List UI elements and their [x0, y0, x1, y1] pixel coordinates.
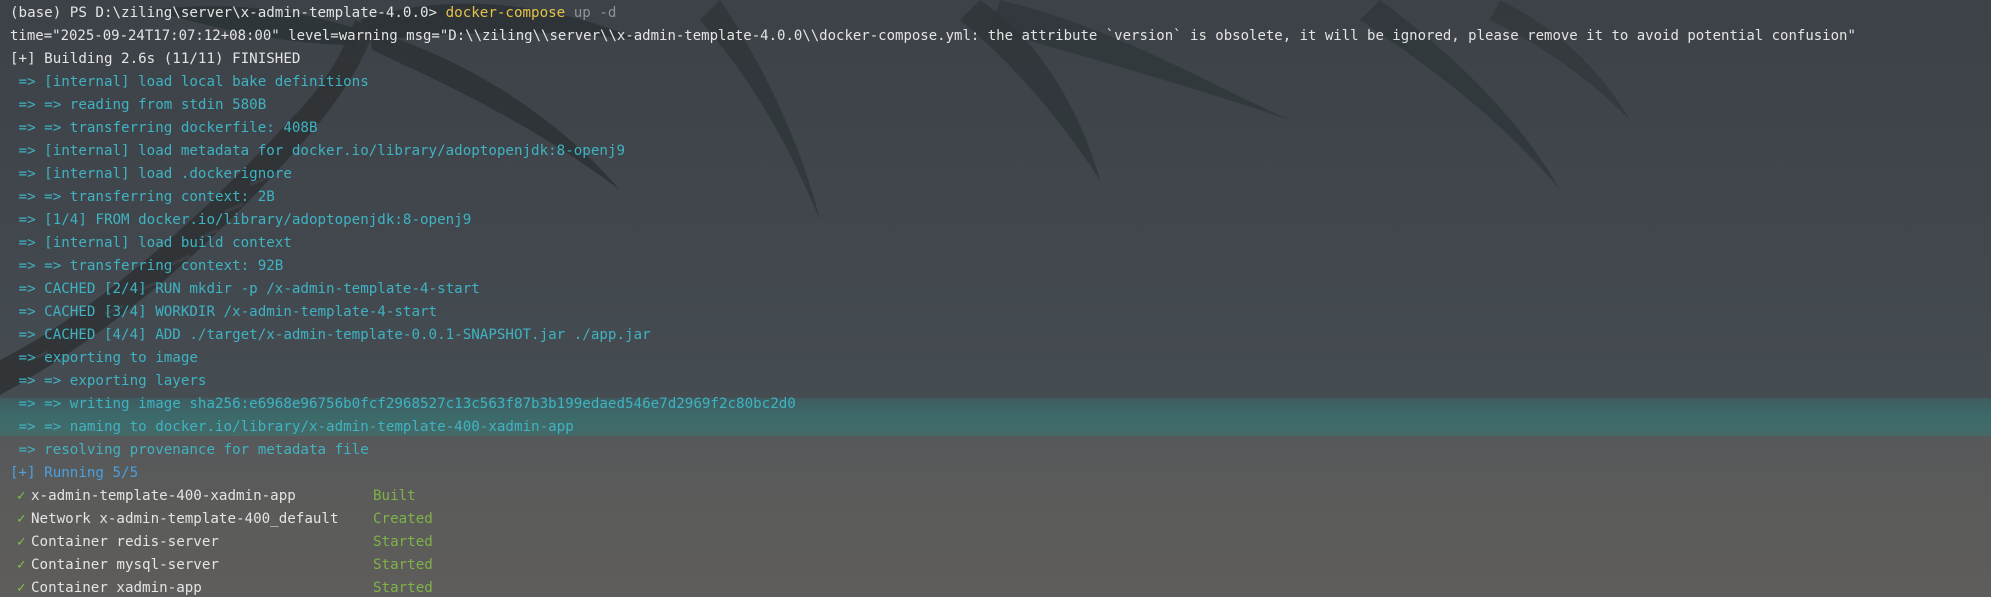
service-status: Started: [373, 580, 433, 596]
service-status: Started: [373, 534, 433, 550]
build-step-line: => [1/4] FROM docker.io/library/adoptope…: [10, 212, 472, 228]
build-step-line: => CACHED [3/4] WORKDIR /x-admin-templat…: [10, 304, 438, 320]
service-status: Built: [373, 488, 416, 504]
prompt-prefix: (base) PS D:\ziling\server\x-admin-templ…: [10, 5, 446, 21]
build-step-line: => => writing image sha256:e6968e96756b0…: [10, 396, 796, 412]
service-name: Network x-admin-template-400_default: [31, 511, 339, 527]
build-step-line: => exporting to image: [10, 350, 198, 366]
check-icon: ✓: [17, 534, 26, 550]
build-step-line: => => transferring context: 92B: [10, 258, 284, 274]
check-icon: ✓: [17, 511, 26, 527]
build-step-line: => [internal] load build context: [10, 235, 292, 251]
service-row: ✓ x-admin-template-400-xadmin-app Built: [10, 485, 1991, 508]
command-args: up -d: [565, 5, 617, 21]
terminal-output[interactable]: (base) PS D:\ziling\server\x-admin-templ…: [0, 0, 1991, 597]
service-status: Started: [373, 557, 433, 573]
check-icon: ✓: [17, 557, 26, 573]
service-row: ✓ Container xadmin-app Started: [10, 577, 1991, 597]
build-step-line: => [internal] load .dockerignore: [10, 166, 292, 182]
service-status: Created: [373, 511, 433, 527]
running-status-line: [+] Running 5/5: [10, 465, 139, 481]
terminal-window[interactable]: (base) PS D:\ziling\server\x-admin-templ…: [0, 0, 1991, 597]
building-status-line: [+] Building 2.6s (11/11) FINISHED: [10, 51, 301, 67]
service-row: ✓ Network x-admin-template-400_default Cre…: [10, 508, 1991, 531]
prompt-line: (base) PS D:\ziling\server\x-admin-templ…: [10, 2, 1991, 25]
build-step-line: => => transferring context: 2B: [10, 189, 275, 205]
build-step-line: => [internal] load local bake definition…: [10, 74, 369, 90]
build-step-line: => => reading from stdin 580B: [10, 97, 267, 113]
build-step-line: => [internal] load metadata for docker.i…: [10, 143, 625, 159]
service-row: ✓ Container mysql-server Started: [10, 554, 1991, 577]
build-step-line: => => transferring dockerfile: 408B: [10, 120, 318, 136]
build-step-line: => CACHED [4/4] ADD ./target/x-admin-tem…: [10, 327, 651, 343]
build-step-line: => CACHED [2/4] RUN mkdir -p /x-admin-te…: [10, 281, 480, 297]
build-step-line: => resolving provenance for metadata fil…: [10, 442, 369, 458]
warning-line: time="2025-09-24T17:07:12+08:00" level=w…: [10, 28, 1856, 44]
service-row: ✓ Container redis-server Started: [10, 531, 1991, 554]
service-name: x-admin-template-400-xadmin-app: [31, 488, 296, 504]
service-name: Container xadmin-app: [31, 580, 202, 596]
build-step-line: => => exporting layers: [10, 373, 207, 389]
service-name: Container redis-server: [31, 534, 219, 550]
command-name: docker-compose: [445, 5, 566, 21]
build-step-line: => => naming to docker.io/library/x-admi…: [10, 419, 574, 435]
check-icon: ✓: [17, 488, 26, 504]
check-icon: ✓: [17, 580, 26, 596]
service-name: Container mysql-server: [31, 557, 219, 573]
